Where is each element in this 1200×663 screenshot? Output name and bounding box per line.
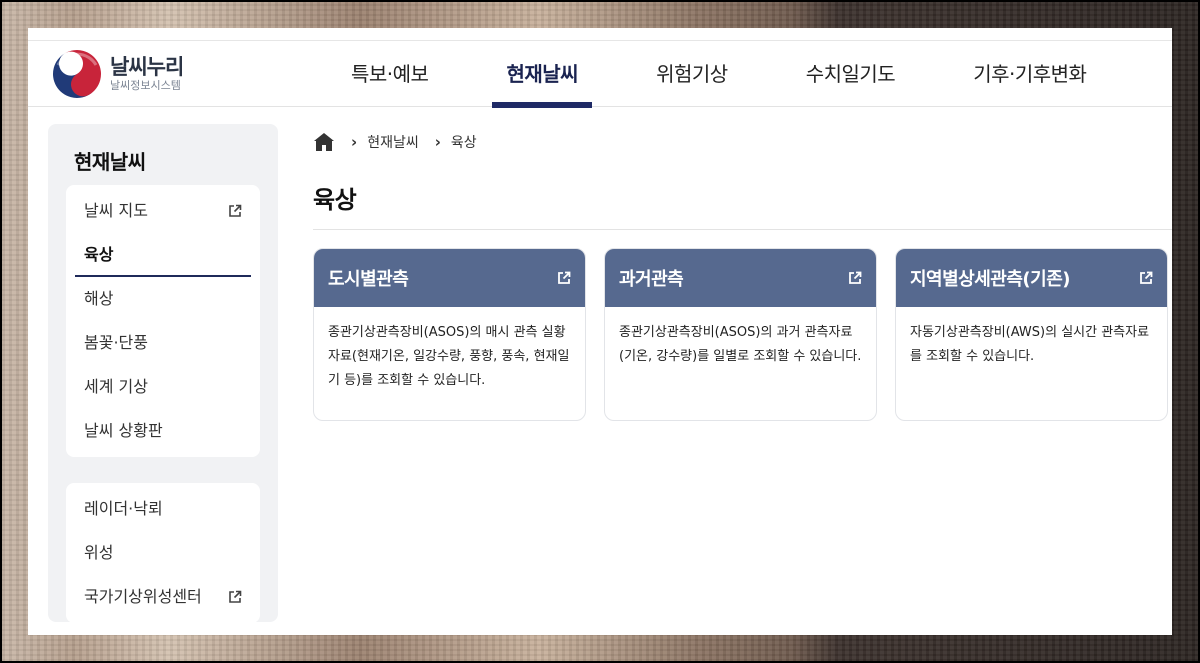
nav-numerical-chart[interactable]: 수치일기도 <box>806 41 896 107</box>
card-list: 도시별관측 종관기상관측장비(ASOS)의 매시 관측 실황자료(현재기온, 일… <box>313 248 1172 421</box>
external-link-icon <box>229 590 242 603</box>
sidebar-item-label: 날씨 상황판 <box>84 421 163 440</box>
sidebar-item-weather-map[interactable]: 날씨 지도 <box>66 189 260 233</box>
main-content: › 현재날씨 › 육상 육상 도시별관측 종관기상관측장비(ASOS)의 매시 … <box>313 124 1172 421</box>
external-link-icon <box>1140 271 1153 284</box>
breadcrumb-item-current-weather[interactable]: 현재날씨 <box>367 132 419 152</box>
sidebar-item-label: 위성 <box>84 543 114 562</box>
card-past-observation: 과거관측 종관기상관측장비(ASOS)의 과거 관측자료(기온, 강수량)를 일… <box>604 248 877 421</box>
home-icon[interactable] <box>313 132 335 152</box>
card-description: 자동기상관측장비(AWS)의 실시간 관측자료를 조회할 수 있습니다. <box>910 325 1150 364</box>
sidebar-item-world-weather[interactable]: 세계 기상 <box>66 365 260 409</box>
title-divider <box>313 229 1172 230</box>
card-header-link[interactable]: 과거관측 <box>605 249 876 307</box>
card-title: 도시별관측 <box>328 269 409 290</box>
chevron-right-icon: › <box>351 133 358 151</box>
sidebar-item-flowers-foliage[interactable]: 봄꽃·단풍 <box>66 321 260 365</box>
site-header: 날씨누리 날씨정보시스템 특보·예보 현재날씨 위험기상 수치일기도 기후·기후… <box>28 41 1172 108</box>
page-title: 육상 <box>313 186 357 214</box>
logo-subtitle: 날씨정보시스템 <box>110 79 181 92</box>
nav-current-weather[interactable]: 현재날씨 <box>492 41 592 108</box>
logo-title: 날씨누리 <box>110 55 184 79</box>
sidebar-item-weather-dashboard[interactable]: 날씨 상황판 <box>66 409 260 453</box>
breadcrumb: › 현재날씨 › 육상 <box>313 124 1172 160</box>
card-header-link[interactable]: 도시별관측 <box>314 249 585 307</box>
external-link-icon <box>229 204 242 217</box>
card-title: 과거관측 <box>619 269 684 290</box>
sidebar-group-1: 날씨 지도 육상 해상 봄꽃·단풍 세계 기상 날씨 상황판 <box>66 185 260 457</box>
card-city-observation: 도시별관측 종관기상관측장비(ASOS)의 매시 관측 실황자료(현재기온, 일… <box>313 248 586 421</box>
taegeuk-logo-icon <box>53 50 101 98</box>
sidebar-item-label: 봄꽃·단풍 <box>84 333 148 352</box>
card-title: 지역별상세관측(기존) <box>910 269 1071 290</box>
card-regional-observation: 지역별상세관측(기존) 자동기상관측장비(AWS)의 실시간 관측자료를 조회할… <box>895 248 1168 421</box>
sidebar-item-label: 날씨 지도 <box>84 201 148 220</box>
external-link-icon <box>849 271 862 284</box>
card-description: 종관기상관측장비(ASOS)의 매시 관측 실황자료(현재기온, 일강수량, 풍… <box>328 325 570 388</box>
sidebar-item-label: 육상 <box>84 245 114 264</box>
sidebar-item-marine[interactable]: 해상 <box>66 277 260 321</box>
nav-hazardous-weather[interactable]: 위험기상 <box>656 41 728 107</box>
sidebar-item-label: 레이더·낙뢰 <box>84 499 163 518</box>
sidebar-item-satellite-center[interactable]: 국가기상위성센터 <box>66 575 260 619</box>
card-description: 종관기상관측장비(ASOS)의 과거 관측자료(기온, 강수량)를 일별로 조회… <box>619 325 862 364</box>
nav-climate[interactable]: 기후·기후변화 <box>973 41 1087 107</box>
sidebar-item-label: 국가기상위성센터 <box>84 587 202 606</box>
sidebar-item-label: 해상 <box>84 289 114 308</box>
sidebar-item-radar-lightning[interactable]: 레이더·낙뢰 <box>66 487 260 531</box>
sidebar-item-land[interactable]: 육상 <box>66 233 260 277</box>
site-logo[interactable]: 날씨누리 날씨정보시스템 <box>52 49 184 99</box>
browser-page: 날씨누리 날씨정보시스템 특보·예보 현재날씨 위험기상 수치일기도 기후·기후… <box>28 28 1172 635</box>
sidebar: 현재날씨 날씨 지도 육상 해상 봄꽃·단풍 세계 기상 날씨 상황판 레이더·… <box>48 124 278 623</box>
main-nav: 특보·예보 현재날씨 위험기상 수치일기도 기후·기후변화 <box>313 41 1087 108</box>
sidebar-group-2: 레이더·낙뢰 위성 국가기상위성센터 <box>66 483 260 623</box>
sidebar-title: 현재날씨 <box>74 150 146 174</box>
sidebar-item-satellite[interactable]: 위성 <box>66 531 260 575</box>
external-link-icon <box>558 271 571 284</box>
chevron-right-icon: › <box>434 133 441 151</box>
breadcrumb-item-land[interactable]: 육상 <box>451 132 477 152</box>
nav-forecast[interactable]: 특보·예보 <box>351 41 429 107</box>
card-header-link[interactable]: 지역별상세관측(기존) <box>896 249 1167 307</box>
sidebar-item-label: 세계 기상 <box>84 377 148 396</box>
